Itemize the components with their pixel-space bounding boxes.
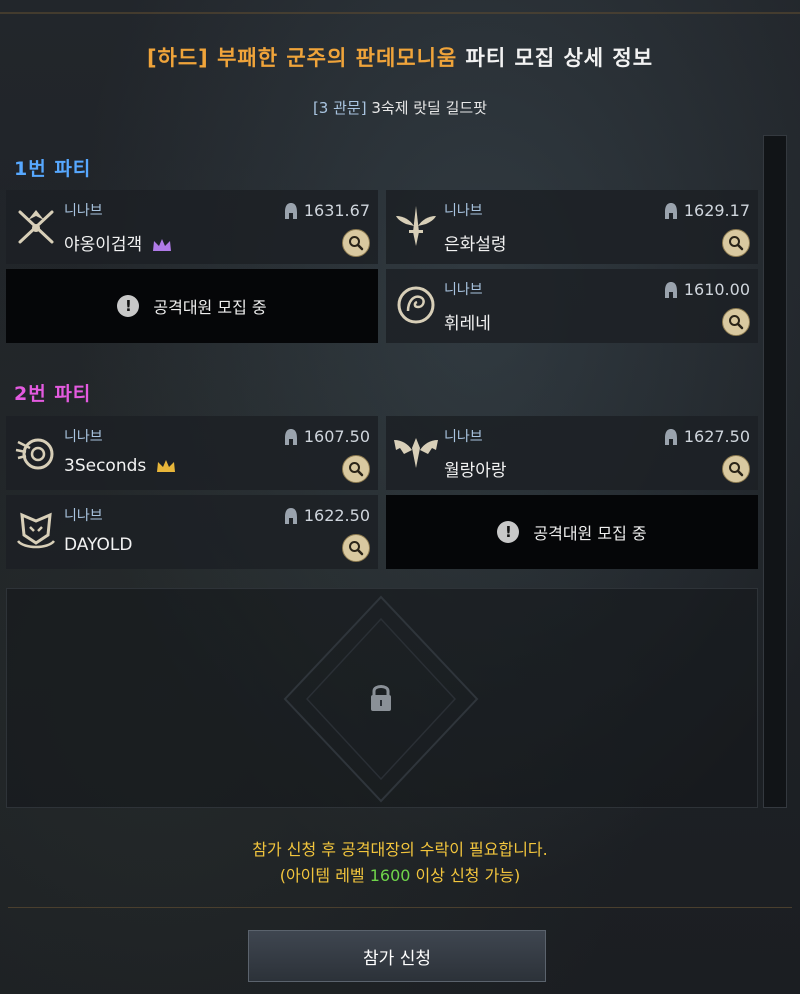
item-level: 1610.00 [664, 280, 750, 299]
party-2-label: 2번 파티 [14, 383, 92, 405]
inspect-button[interactable] [342, 229, 370, 257]
party-1-label: 1번 파티 [14, 158, 92, 180]
party-member-slot[interactable]: 니나브 월랑아랑 1627.50 [386, 416, 758, 490]
raid-name: 부패한 군주의 판데모니움 [208, 46, 458, 70]
recruiting-slot: ! 공격대원 모집 중 [6, 269, 378, 343]
helmet-icon [664, 428, 677, 445]
search-icon [349, 236, 364, 251]
character-name: 휘레네 [444, 314, 491, 334]
server-name: 니나브 [444, 282, 483, 298]
exclamation-icon: ! [117, 295, 140, 317]
character-name: 월랑아랑 [444, 461, 507, 481]
exclamation-icon: ! [497, 521, 520, 543]
page-title: [하드] 부패한 군주의 판데모니움 파티 모집 상세 정보 [0, 42, 800, 72]
crown-icon [153, 239, 172, 251]
party-member-slot[interactable]: 니나브 DAYOLD 1622.50 [6, 495, 378, 569]
bard-class-icon [397, 286, 435, 324]
demon-wing-class-icon [394, 438, 438, 468]
item-level: 1631.67 [284, 201, 370, 220]
search-icon [349, 462, 364, 477]
item-level: 1622.50 [284, 506, 370, 525]
locked-emblem [283, 595, 479, 803]
inspect-button[interactable] [342, 534, 370, 562]
acceptance-notice: 참가 신청 후 공격대장의 수락이 필요합니다. [252, 840, 548, 859]
sword-wing-class-icon [396, 206, 436, 246]
gunner-class-icon [15, 438, 54, 470]
search-icon [349, 541, 364, 556]
server-name: 니나브 [444, 429, 483, 445]
search-icon [729, 236, 744, 251]
inspect-button[interactable] [342, 455, 370, 483]
search-icon [729, 315, 744, 330]
party-member-slot[interactable]: 니나브 야옹이검객 1631.67 [6, 190, 378, 264]
party-description: [3 관문] 3숙제 랏딜 길드팟 [0, 97, 800, 118]
character-name: 3Seconds [64, 456, 176, 476]
helmet-icon [664, 281, 677, 298]
server-name: 니나브 [64, 203, 103, 219]
party-desc-text: 3숙제 랏딜 길드팟 [366, 99, 488, 117]
bottom-divider [8, 907, 792, 908]
recruiting-slot: ! 공격대원 모집 중 [386, 495, 758, 569]
character-name: 야옹이검객 [64, 230, 172, 255]
server-name: 니나브 [64, 429, 103, 445]
helmet-icon [284, 507, 297, 524]
crown-icon [157, 460, 176, 472]
difficulty-label: [하드] [146, 46, 209, 70]
gate-label: [3 관문] [312, 99, 367, 117]
helmet-icon [284, 428, 297, 445]
party-member-slot[interactable]: 니나브 휘레네 1610.00 [386, 269, 758, 343]
blade-class-icon [18, 210, 54, 244]
required-level: 1600 [369, 866, 411, 885]
item-level: 1607.50 [284, 427, 370, 446]
character-name: DAYOLD [64, 535, 133, 555]
search-icon [729, 462, 744, 477]
helmet-icon [664, 202, 677, 219]
server-name: 니나브 [64, 508, 103, 524]
level-requirement: (아이템 레벨 1600 이상 신청 가능) [279, 866, 521, 885]
recruiting-label: 공격대원 모집 중 [153, 298, 267, 317]
party-member-slot[interactable]: 니나브 은화설령 1629.17 [386, 190, 758, 264]
character-name: 은화설령 [444, 235, 507, 255]
item-level: 1629.17 [664, 201, 750, 220]
scrollbar[interactable] [763, 135, 787, 808]
inspect-button[interactable] [722, 308, 750, 336]
party-member-slot[interactable]: 니나브 3Seconds 1607.50 [6, 416, 378, 490]
join-button[interactable]: 참가 신청 [248, 930, 546, 982]
inspect-button[interactable] [722, 455, 750, 483]
item-level: 1627.50 [664, 427, 750, 446]
helmet-mask-class-icon [17, 512, 55, 549]
inspect-button[interactable] [722, 229, 750, 257]
recruiting-label: 공격대원 모집 중 [533, 524, 647, 543]
helmet-icon [284, 202, 297, 219]
lock-icon [371, 685, 391, 711]
locked-party-area [6, 588, 758, 808]
server-name: 니나브 [444, 203, 483, 219]
top-divider [0, 12, 800, 14]
title-suffix: 파티 모집 상세 정보 [457, 46, 654, 70]
